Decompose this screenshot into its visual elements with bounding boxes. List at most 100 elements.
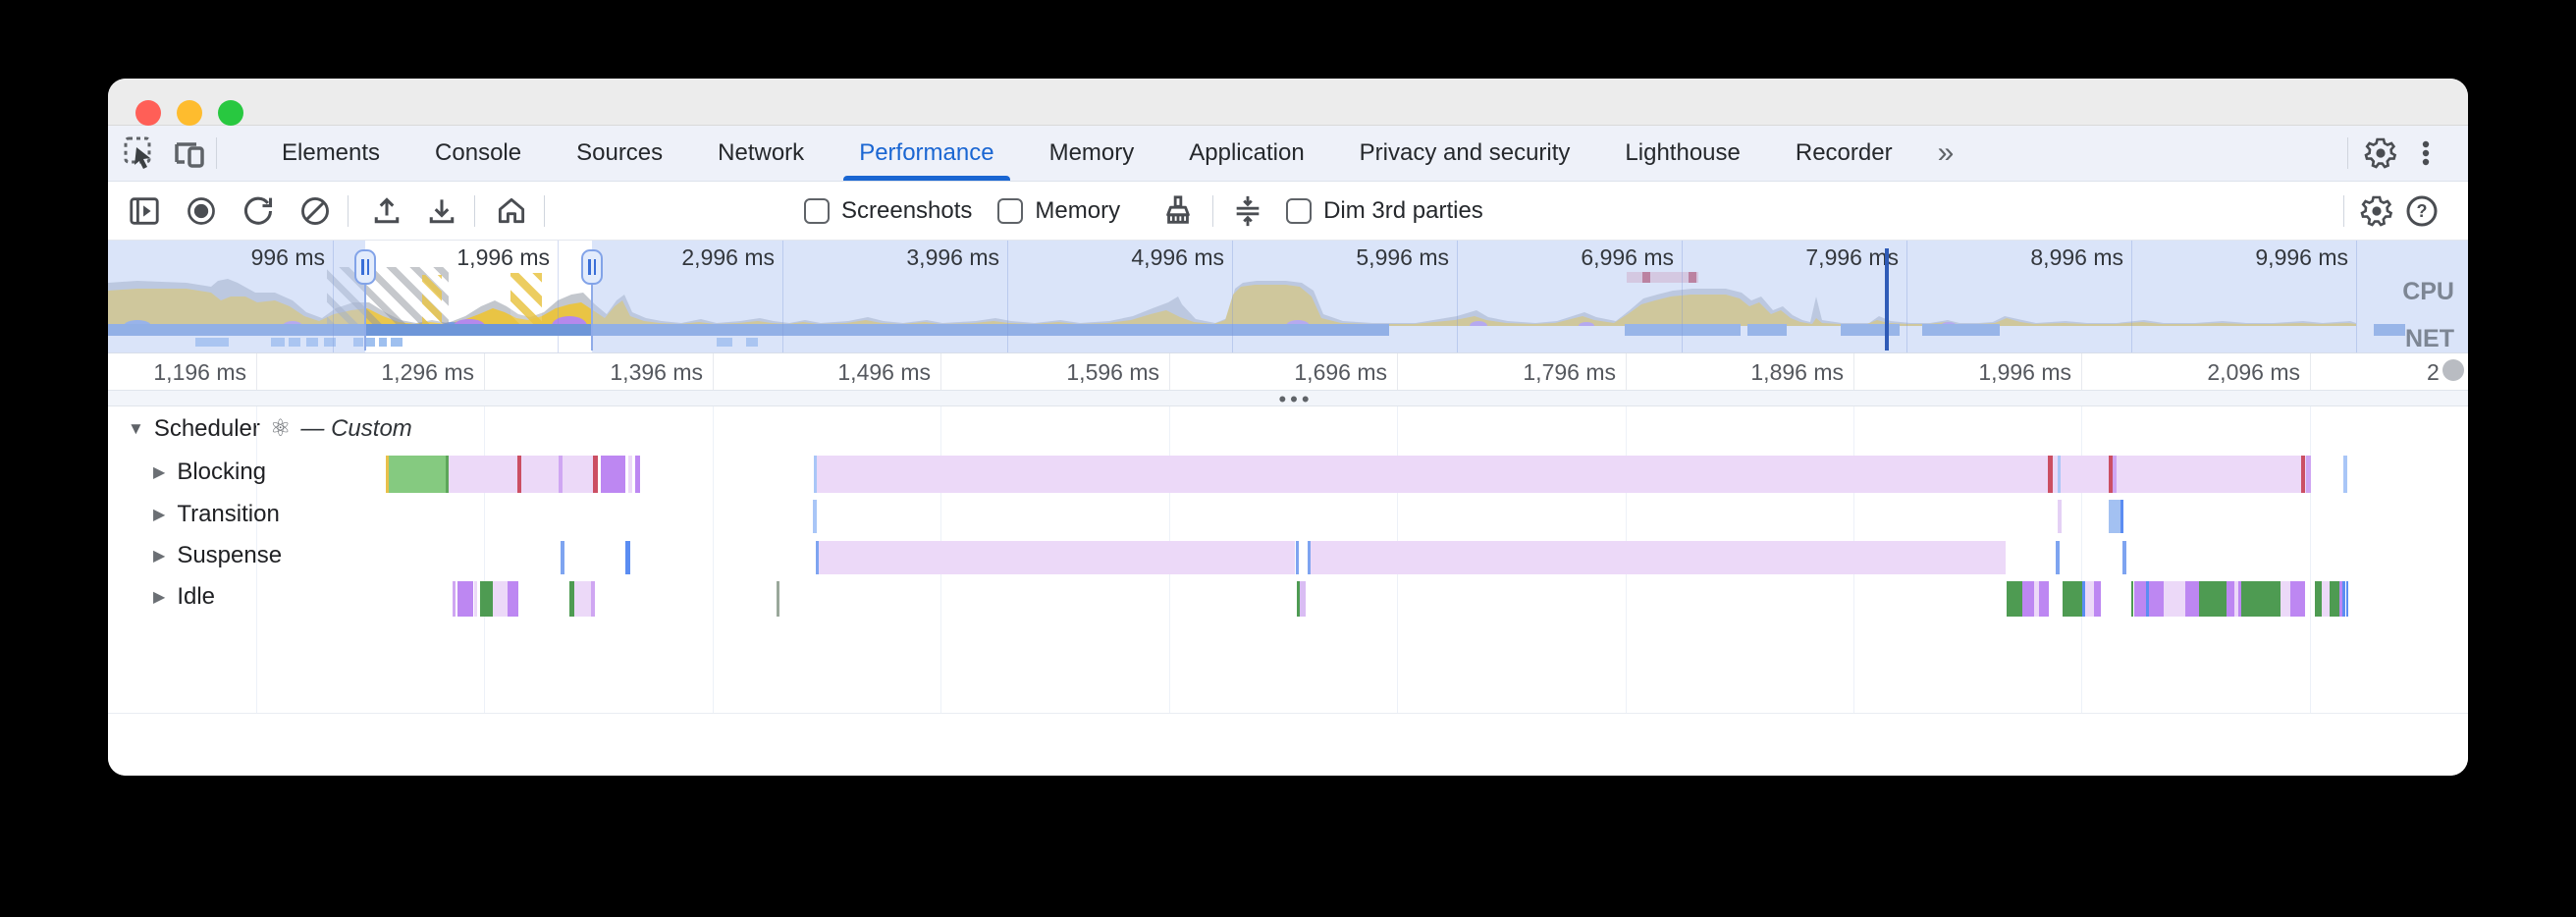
- timeline-segment[interactable]: [480, 581, 493, 617]
- timeline-segment[interactable]: [2227, 581, 2234, 617]
- timeline-segment[interactable]: [1300, 581, 1306, 617]
- record-and-reload-icon[interactable]: [242, 194, 275, 228]
- timeline-segment[interactable]: [493, 581, 508, 617]
- timeline-segment[interactable]: [2056, 541, 2060, 574]
- tab-application[interactable]: Application: [1161, 126, 1331, 181]
- expand-triangle-icon[interactable]: ▶: [153, 546, 165, 566]
- live-metrics-home-icon[interactable]: [495, 194, 528, 228]
- memory-checkbox[interactable]: [997, 198, 1023, 224]
- timeline-segment[interactable]: [449, 456, 598, 493]
- timeline-segment[interactable]: [2306, 456, 2311, 493]
- tab-console[interactable]: Console: [407, 126, 549, 181]
- timeline-segment[interactable]: [2315, 581, 2322, 617]
- device-toolbar-icon[interactable]: [173, 136, 206, 170]
- timeline-segment[interactable]: [2022, 581, 2034, 617]
- timeline-segment[interactable]: [777, 581, 779, 617]
- tab-recorder[interactable]: Recorder: [1768, 126, 1920, 181]
- timeline-segment[interactable]: [2131, 581, 2133, 617]
- timeline-overview[interactable]: 996 ms1,996 ms2,996 ms3,996 ms4,996 ms5,…: [108, 241, 2468, 353]
- timeline-segment[interactable]: [2301, 456, 2305, 493]
- timeline-segment[interactable]: [453, 581, 456, 617]
- scrollbar-thumb[interactable]: [2442, 359, 2464, 381]
- screenshots-checkbox[interactable]: [804, 198, 830, 224]
- timeline-segment[interactable]: [2007, 581, 2022, 617]
- timeline-segment[interactable]: [508, 581, 518, 617]
- playhead-line[interactable]: [1885, 248, 1889, 351]
- timeline-segment[interactable]: [517, 456, 521, 493]
- timeline-segment[interactable]: [457, 581, 473, 617]
- expand-triangle-icon[interactable]: ▶: [153, 505, 165, 524]
- timeline-segment[interactable]: [2199, 581, 2227, 617]
- more-options-icon[interactable]: [2403, 131, 2448, 176]
- timeline-segment[interactable]: [559, 456, 563, 493]
- tab-performance[interactable]: Performance: [832, 126, 1021, 181]
- timeline-segment[interactable]: [819, 541, 1295, 574]
- timeline-segment[interactable]: [2164, 581, 2185, 617]
- timeline-segment[interactable]: [2063, 581, 2082, 617]
- panel-resize-divider[interactable]: •••: [108, 390, 2468, 406]
- collapse-triangle-icon[interactable]: ▼: [128, 419, 144, 439]
- timeline-segment[interactable]: [2346, 581, 2348, 617]
- timeline-segment[interactable]: [628, 456, 632, 493]
- timeline-segment[interactable]: [2048, 456, 2053, 493]
- tab-privacy-and-security[interactable]: Privacy and security: [1332, 126, 1598, 181]
- timeline-segment[interactable]: [574, 581, 591, 617]
- timeline-segment[interactable]: [389, 456, 446, 493]
- timeline-segment[interactable]: [2058, 456, 2061, 493]
- row-label-suspense[interactable]: ▶Suspense: [153, 542, 282, 569]
- help-icon[interactable]: ?: [2399, 189, 2444, 234]
- zoom-window-button[interactable]: [218, 100, 243, 126]
- expand-triangle-icon[interactable]: ▶: [153, 462, 165, 482]
- timeline-segment[interactable]: [474, 581, 477, 617]
- timeline-segment[interactable]: [2122, 541, 2126, 574]
- timeline-segment[interactable]: [2185, 581, 2199, 617]
- settings-gear-icon[interactable]: [2358, 131, 2403, 176]
- timeline-segment[interactable]: [593, 456, 598, 493]
- tab-lighthouse[interactable]: Lighthouse: [1597, 126, 1767, 181]
- timeline-segment[interactable]: [1296, 541, 1299, 574]
- timeline-segment[interactable]: [635, 456, 640, 493]
- tab-sources[interactable]: Sources: [549, 126, 690, 181]
- timeline-segment[interactable]: [2281, 581, 2290, 617]
- track-header-scheduler[interactable]: ▼ Scheduler ⚛ — Custom: [128, 414, 412, 443]
- selection-handle-left[interactable]: [354, 249, 376, 285]
- timeline-segment[interactable]: [591, 581, 595, 617]
- timeline-segment[interactable]: [2094, 581, 2101, 617]
- timeline-segment[interactable]: [2039, 581, 2049, 617]
- timeline-segment[interactable]: [2149, 581, 2164, 617]
- timeline-segment[interactable]: [561, 541, 564, 574]
- tab-elements[interactable]: Elements: [254, 126, 407, 181]
- timeline-segment[interactable]: [813, 500, 817, 533]
- timeline-segment[interactable]: [625, 541, 630, 574]
- timeline-segment[interactable]: [2109, 500, 2120, 533]
- download-profile-icon[interactable]: [425, 194, 458, 228]
- timeline-segment[interactable]: [2343, 456, 2347, 493]
- timeline-segment[interactable]: [2134, 581, 2146, 617]
- timeline-segment[interactable]: [2085, 581, 2094, 617]
- close-window-button[interactable]: [135, 100, 161, 126]
- timeline-segment[interactable]: [2290, 581, 2305, 617]
- dim-3rd-parties-checkbox[interactable]: [1286, 198, 1312, 224]
- clear-icon[interactable]: [298, 194, 332, 228]
- timeline-segment[interactable]: [601, 456, 625, 493]
- capture-settings-gear-icon[interactable]: [2354, 189, 2399, 234]
- row-label-transition[interactable]: ▶Transition: [153, 501, 280, 528]
- collect-garbage-icon[interactable]: [1161, 194, 1195, 228]
- timeline-segment[interactable]: [2241, 581, 2281, 617]
- row-label-idle[interactable]: ▶Idle: [153, 583, 215, 611]
- upload-profile-icon[interactable]: [370, 194, 403, 228]
- timeline-segment[interactable]: [2330, 581, 2339, 617]
- timeline-segment[interactable]: [2120, 500, 2123, 533]
- compress-track-icon[interactable]: [1231, 194, 1264, 228]
- timeline-segment[interactable]: [2322, 581, 2330, 617]
- timeline-segment[interactable]: [2342, 581, 2345, 617]
- inspect-element-icon[interactable]: [124, 136, 157, 170]
- selection-handle-right[interactable]: [581, 249, 603, 285]
- more-tabs-icon[interactable]: »: [1920, 136, 1972, 170]
- row-label-blocking[interactable]: ▶Blocking: [153, 458, 266, 486]
- show-sidebar-icon[interactable]: [128, 194, 161, 228]
- timeline-segment[interactable]: [2113, 456, 2117, 493]
- tab-memory[interactable]: Memory: [1022, 126, 1162, 181]
- tab-network[interactable]: Network: [690, 126, 832, 181]
- minimize-window-button[interactable]: [177, 100, 202, 126]
